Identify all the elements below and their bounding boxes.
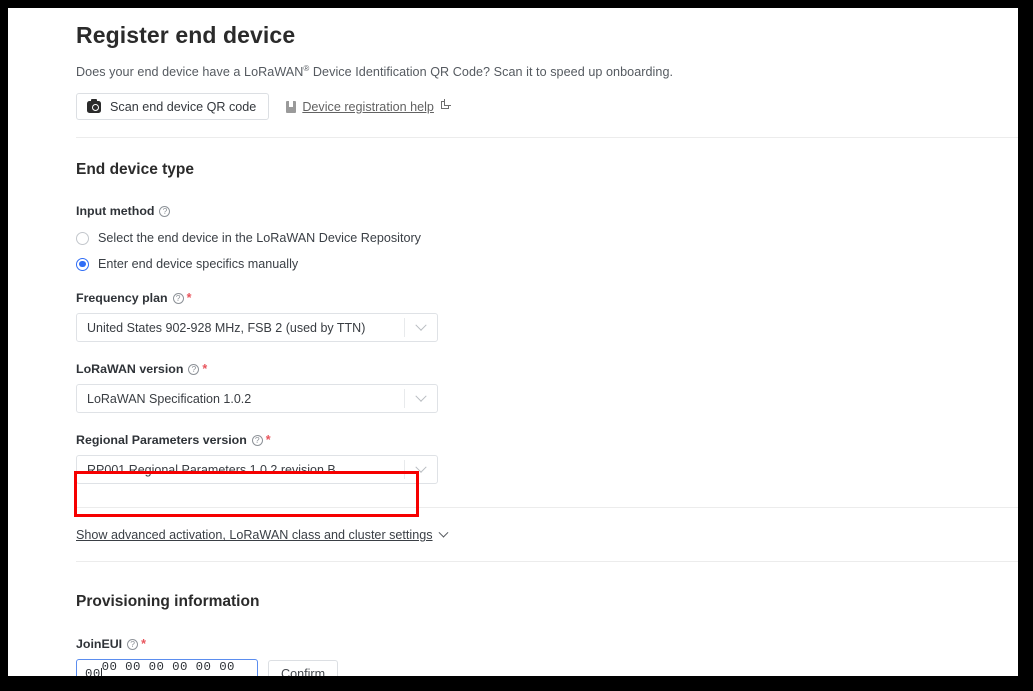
frequency-plan-label: Frequency plan * xyxy=(76,291,1018,305)
register-end-device-page: Register end device Does your end device… xyxy=(8,8,1018,676)
regional-parameters-value: RP001 Regional Parameters 1.0.2 revision… xyxy=(87,462,336,477)
lorawan-version-value: LoRaWAN Specification 1.0.2 xyxy=(87,391,252,406)
joineui-value-rest: 00 00 00 00 00 00 00 xyxy=(101,659,235,676)
page-content: Register end device Does your end device… xyxy=(8,8,1018,121)
end-device-type-section: End device type Input method Select the … xyxy=(8,138,1018,485)
lorawan-version-select[interactable]: LoRaWAN Specification 1.0.2 xyxy=(76,384,438,414)
confirm-button[interactable]: Confirm xyxy=(268,659,339,676)
external-link-icon xyxy=(440,101,449,110)
help-link-label: Device registration help xyxy=(302,99,434,114)
header-actions: Scan end device QR code Device registrat… xyxy=(76,79,1018,121)
lorawan-version-label: LoRaWAN version * xyxy=(76,362,1018,376)
input-method-label: Input method xyxy=(76,204,1018,218)
help-icon-joineui[interactable] xyxy=(127,638,139,650)
camera-icon xyxy=(87,98,101,113)
end-device-type-heading: End device type xyxy=(76,161,195,179)
regional-parameters-label: Regional Parameters version * xyxy=(76,433,1018,447)
show-advanced-settings-label: Show advanced activation, LoRaWAN class … xyxy=(76,528,433,543)
joineui-value-typed: 00 xyxy=(85,666,101,676)
radio-repository[interactable] xyxy=(76,231,89,245)
regional-parameters-label-text: Regional Parameters version xyxy=(76,433,247,448)
radio-option-repository[interactable]: Select the end device in the LoRaWAN Dev… xyxy=(76,231,1018,245)
regional-parameters-select[interactable]: RP001 Regional Parameters 1.0.2 revision… xyxy=(76,455,438,485)
frequency-plan-required: * xyxy=(186,291,192,306)
scan-qr-code-label: Scan end device QR code xyxy=(110,99,257,114)
joineui-required: * xyxy=(141,637,147,652)
chevron-down-icon-regional-parameters xyxy=(405,461,437,474)
intro-text-before: Does your end device have a LoRaWAN xyxy=(76,65,304,80)
device-registration-help-link[interactable]: Device registration help xyxy=(286,100,449,114)
screenshot-frame: Register end device Does your end device… xyxy=(8,8,1018,676)
chevron-down-icon-frequency-plan xyxy=(405,319,437,332)
scan-qr-code-button[interactable]: Scan end device QR code xyxy=(76,93,270,121)
show-advanced-settings-link[interactable]: Show advanced activation, LoRaWAN class … xyxy=(76,527,448,543)
frequency-plan-value: United States 902-928 MHz, FSB 2 (used b… xyxy=(87,320,366,335)
book-icon xyxy=(286,100,297,113)
chevron-down-icon-advanced xyxy=(438,527,448,538)
page-title: Register end device xyxy=(76,22,296,48)
help-icon-frequency-plan[interactable] xyxy=(172,292,184,304)
joineui-row: 00 00 00 00 00 00 00 00 Confirm xyxy=(76,659,1018,676)
text-caret xyxy=(100,667,102,676)
joineui-input[interactable]: 00 00 00 00 00 00 00 00 xyxy=(76,659,258,676)
joineui-label: JoinEUI * xyxy=(76,637,1018,651)
help-icon-regional-parameters[interactable] xyxy=(251,434,263,446)
lorawan-version-required: * xyxy=(202,362,208,377)
help-icon-input-method[interactable] xyxy=(159,205,171,217)
frequency-plan-label-text: Frequency plan xyxy=(76,291,168,306)
radio-repository-label: Select the end device in the LoRaWAN Dev… xyxy=(98,231,421,246)
radio-manual[interactable] xyxy=(76,257,89,271)
intro-text-after: Device Identification QR Code? Scan it t… xyxy=(309,65,674,80)
provisioning-section: Provisioning information JoinEUI * 00 00… xyxy=(8,562,1018,676)
input-method-label-text: Input method xyxy=(76,204,155,219)
help-icon-lorawan-version[interactable] xyxy=(188,363,200,375)
frequency-plan-select[interactable]: United States 902-928 MHz, FSB 2 (used b… xyxy=(76,313,438,343)
lorawan-version-label-text: LoRaWAN version xyxy=(76,362,184,377)
chevron-down-icon-lorawan-version xyxy=(405,390,437,403)
provisioning-heading: Provisioning information xyxy=(76,593,260,611)
regional-parameters-required: * xyxy=(265,433,271,448)
radio-manual-label: Enter end device specifics manually xyxy=(98,257,299,272)
joineui-label-text: JoinEUI xyxy=(76,637,123,652)
intro-text: Does your end device have a LoRaWAN® Dev… xyxy=(76,49,1018,79)
radio-option-manual[interactable]: Enter end device specifics manually xyxy=(76,257,1018,271)
advanced-settings-row: Show advanced activation, LoRaWAN class … xyxy=(8,508,1018,544)
